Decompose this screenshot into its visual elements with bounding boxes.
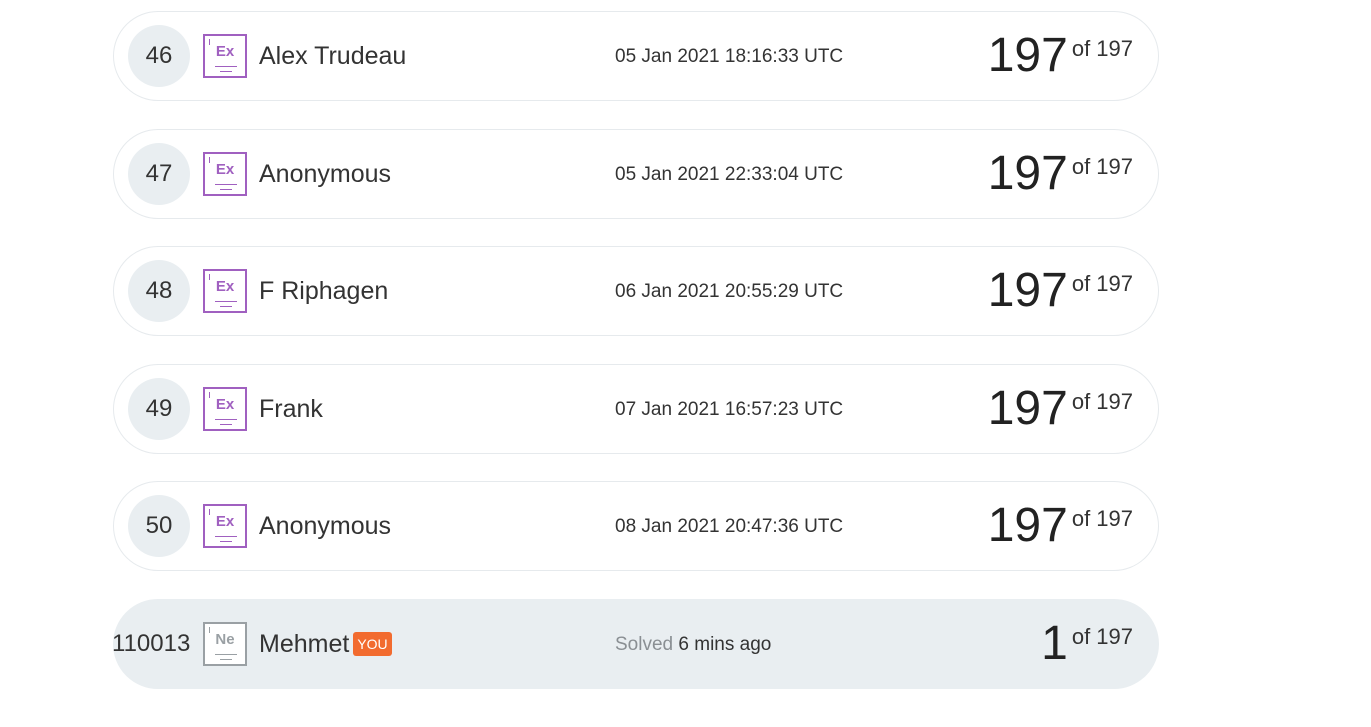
score-total: of 197 xyxy=(1071,271,1133,296)
solved-date: 05 Jan 2021 22:33:04 UTC xyxy=(615,163,844,185)
leaderboard-row: 47 Ex Anonymous 05 Jan 2021 22:33:04 UTC… xyxy=(113,128,1159,219)
player-name[interactable]: Frank xyxy=(259,395,323,424)
score-value: 197 xyxy=(987,499,1068,552)
score-value: 197 xyxy=(987,146,1068,200)
current-user-row: 110013 Ne Mehmet YOU Solved 6 mins ago 1o… xyxy=(112,598,1159,689)
level-badge-icon: Ne xyxy=(203,621,247,666)
level-badge-icon: Ex xyxy=(203,34,247,78)
score-total: of 197 xyxy=(1071,153,1133,179)
rank-number: 110013 xyxy=(112,629,191,657)
score-total: of 197 xyxy=(1071,36,1133,61)
player-name[interactable]: Anonymous xyxy=(259,512,391,541)
player-name[interactable]: Alex Trudeau xyxy=(259,42,406,71)
badge-symbol: Ex xyxy=(215,160,235,178)
badge-symbol: Ex xyxy=(215,43,235,60)
player-name[interactable]: F Riphagen xyxy=(259,277,388,306)
badge-symbol: Ex xyxy=(215,513,235,530)
score-value: 197 xyxy=(987,29,1068,82)
player-name[interactable]: Mehmet YOU xyxy=(259,630,392,659)
rank-number: 48 xyxy=(128,260,190,322)
player-name-text: Mehmet xyxy=(259,629,350,658)
rank-number: 50 xyxy=(128,495,190,557)
leaderboard-row: 46 Ex Alex Trudeau 05 Jan 2021 18:16:33 … xyxy=(113,11,1159,101)
level-badge-icon: Ex xyxy=(203,386,247,431)
badge-symbol: Ne xyxy=(215,630,235,648)
badge-symbol: Ex xyxy=(215,278,235,295)
solved-date: 07 Jan 2021 16:57:23 UTC xyxy=(615,398,844,420)
score: 197 of 197 xyxy=(988,30,1133,82)
level-badge-icon: Ex xyxy=(203,269,247,313)
rank-number: 46 xyxy=(128,25,190,87)
leaderboard: 46 Ex Alex Trudeau 05 Jan 2021 18:16:33 … xyxy=(112,11,1159,716)
score: 197 of 197 xyxy=(987,381,1133,435)
score-total: of 197 xyxy=(1071,506,1133,531)
you-badge: YOU xyxy=(353,631,392,656)
score: 197 of 197 xyxy=(988,500,1133,552)
solved-date: 08 Jan 2021 20:47:36 UTC xyxy=(615,516,844,537)
leaderboard-row: 50 Ex Anonymous 08 Jan 2021 20:47:36 UTC… xyxy=(113,481,1159,571)
level-badge-icon: Ex xyxy=(203,504,247,548)
rank-number: 49 xyxy=(128,377,190,440)
solved-status: Solved 6 mins ago xyxy=(615,634,771,656)
score-total: of 197 xyxy=(1071,623,1133,649)
score-total: of 197 xyxy=(1071,388,1133,414)
score-value: 197 xyxy=(987,264,1068,317)
score-value: 1 xyxy=(1041,616,1068,670)
solved-label: Solved xyxy=(615,633,674,655)
solved-date: 06 Jan 2021 20:55:29 UTC xyxy=(615,281,844,302)
level-badge-icon: Ex xyxy=(203,151,247,196)
rank-number: 47 xyxy=(128,142,190,205)
leaderboard-row: 48 Ex F Riphagen 06 Jan 2021 20:55:29 UT… xyxy=(113,246,1159,336)
score-value: 197 xyxy=(987,381,1068,435)
solved-date: 05 Jan 2021 18:16:33 UTC xyxy=(615,46,844,67)
leaderboard-row: 49 Ex Frank 07 Jan 2021 16:57:23 UTC 197… xyxy=(113,363,1159,454)
solved-time: 6 mins ago xyxy=(678,633,772,655)
score: 1 of 197 xyxy=(1041,616,1133,670)
score: 197 of 197 xyxy=(987,146,1133,200)
score: 197 of 197 xyxy=(988,265,1133,317)
player-name[interactable]: Anonymous xyxy=(259,160,391,189)
badge-symbol: Ex xyxy=(215,395,235,413)
